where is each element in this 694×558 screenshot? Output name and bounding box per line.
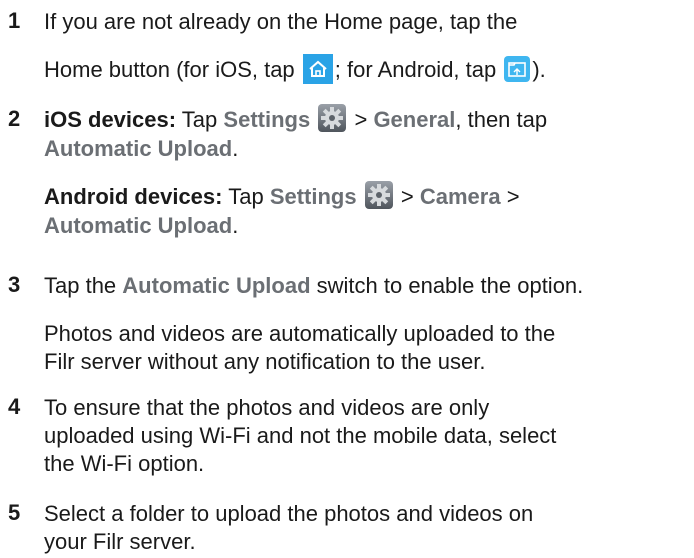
step-text: Home button (for iOS, tap ; for Android,… — [44, 54, 688, 86]
step-number: 3 — [8, 272, 21, 297]
step-2: 2 iOS devices: Tap Settings > General, t… — [8, 104, 688, 240]
step-text: Automatic Upload. — [44, 213, 239, 239]
home-icon — [302, 54, 333, 85]
step-number: 5 — [8, 500, 21, 525]
step-number: 4 — [8, 394, 21, 419]
instruction-document: 1 If you are not already on the Home pag… — [0, 0, 694, 558]
step-note: Filr server without any notification to … — [44, 349, 486, 374]
step-note: Photos and videos are automatically uplo… — [44, 321, 556, 346]
step-text: Automatic Upload. — [44, 136, 239, 162]
step-number: 1 — [8, 8, 21, 33]
step-text: To ensure that the photos and videos are… — [44, 395, 490, 420]
step-text: the Wi-Fi option. — [44, 451, 205, 476]
step-text: iOS devices: Tap Settings > General, the… — [44, 104, 688, 135]
gear-icon — [318, 104, 347, 133]
step-number: 2 — [8, 106, 21, 131]
step-4: 4 To ensure that the photos and videos a… — [8, 394, 688, 478]
step-text: uploaded using Wi-Fi and not the mobile … — [44, 423, 557, 448]
step-text: If you are not already on the Home page,… — [44, 9, 518, 34]
gear-icon — [364, 181, 393, 210]
step-5: 5 Select a folder to upload the photos a… — [8, 500, 688, 556]
step-text: Android devices: Tap Settings > Camera > — [44, 181, 688, 212]
home-folder-icon — [504, 56, 531, 83]
step-text: your Filr server. — [44, 529, 196, 554]
step-1: 1 If you are not already on the Home pag… — [8, 8, 688, 86]
step-text: Tap the Automatic Upload switch to enabl… — [44, 273, 584, 298]
step-text: Select a folder to upload the photos and… — [44, 501, 534, 526]
step-3: 3 Tap the Automatic Upload switch to ena… — [8, 272, 688, 376]
